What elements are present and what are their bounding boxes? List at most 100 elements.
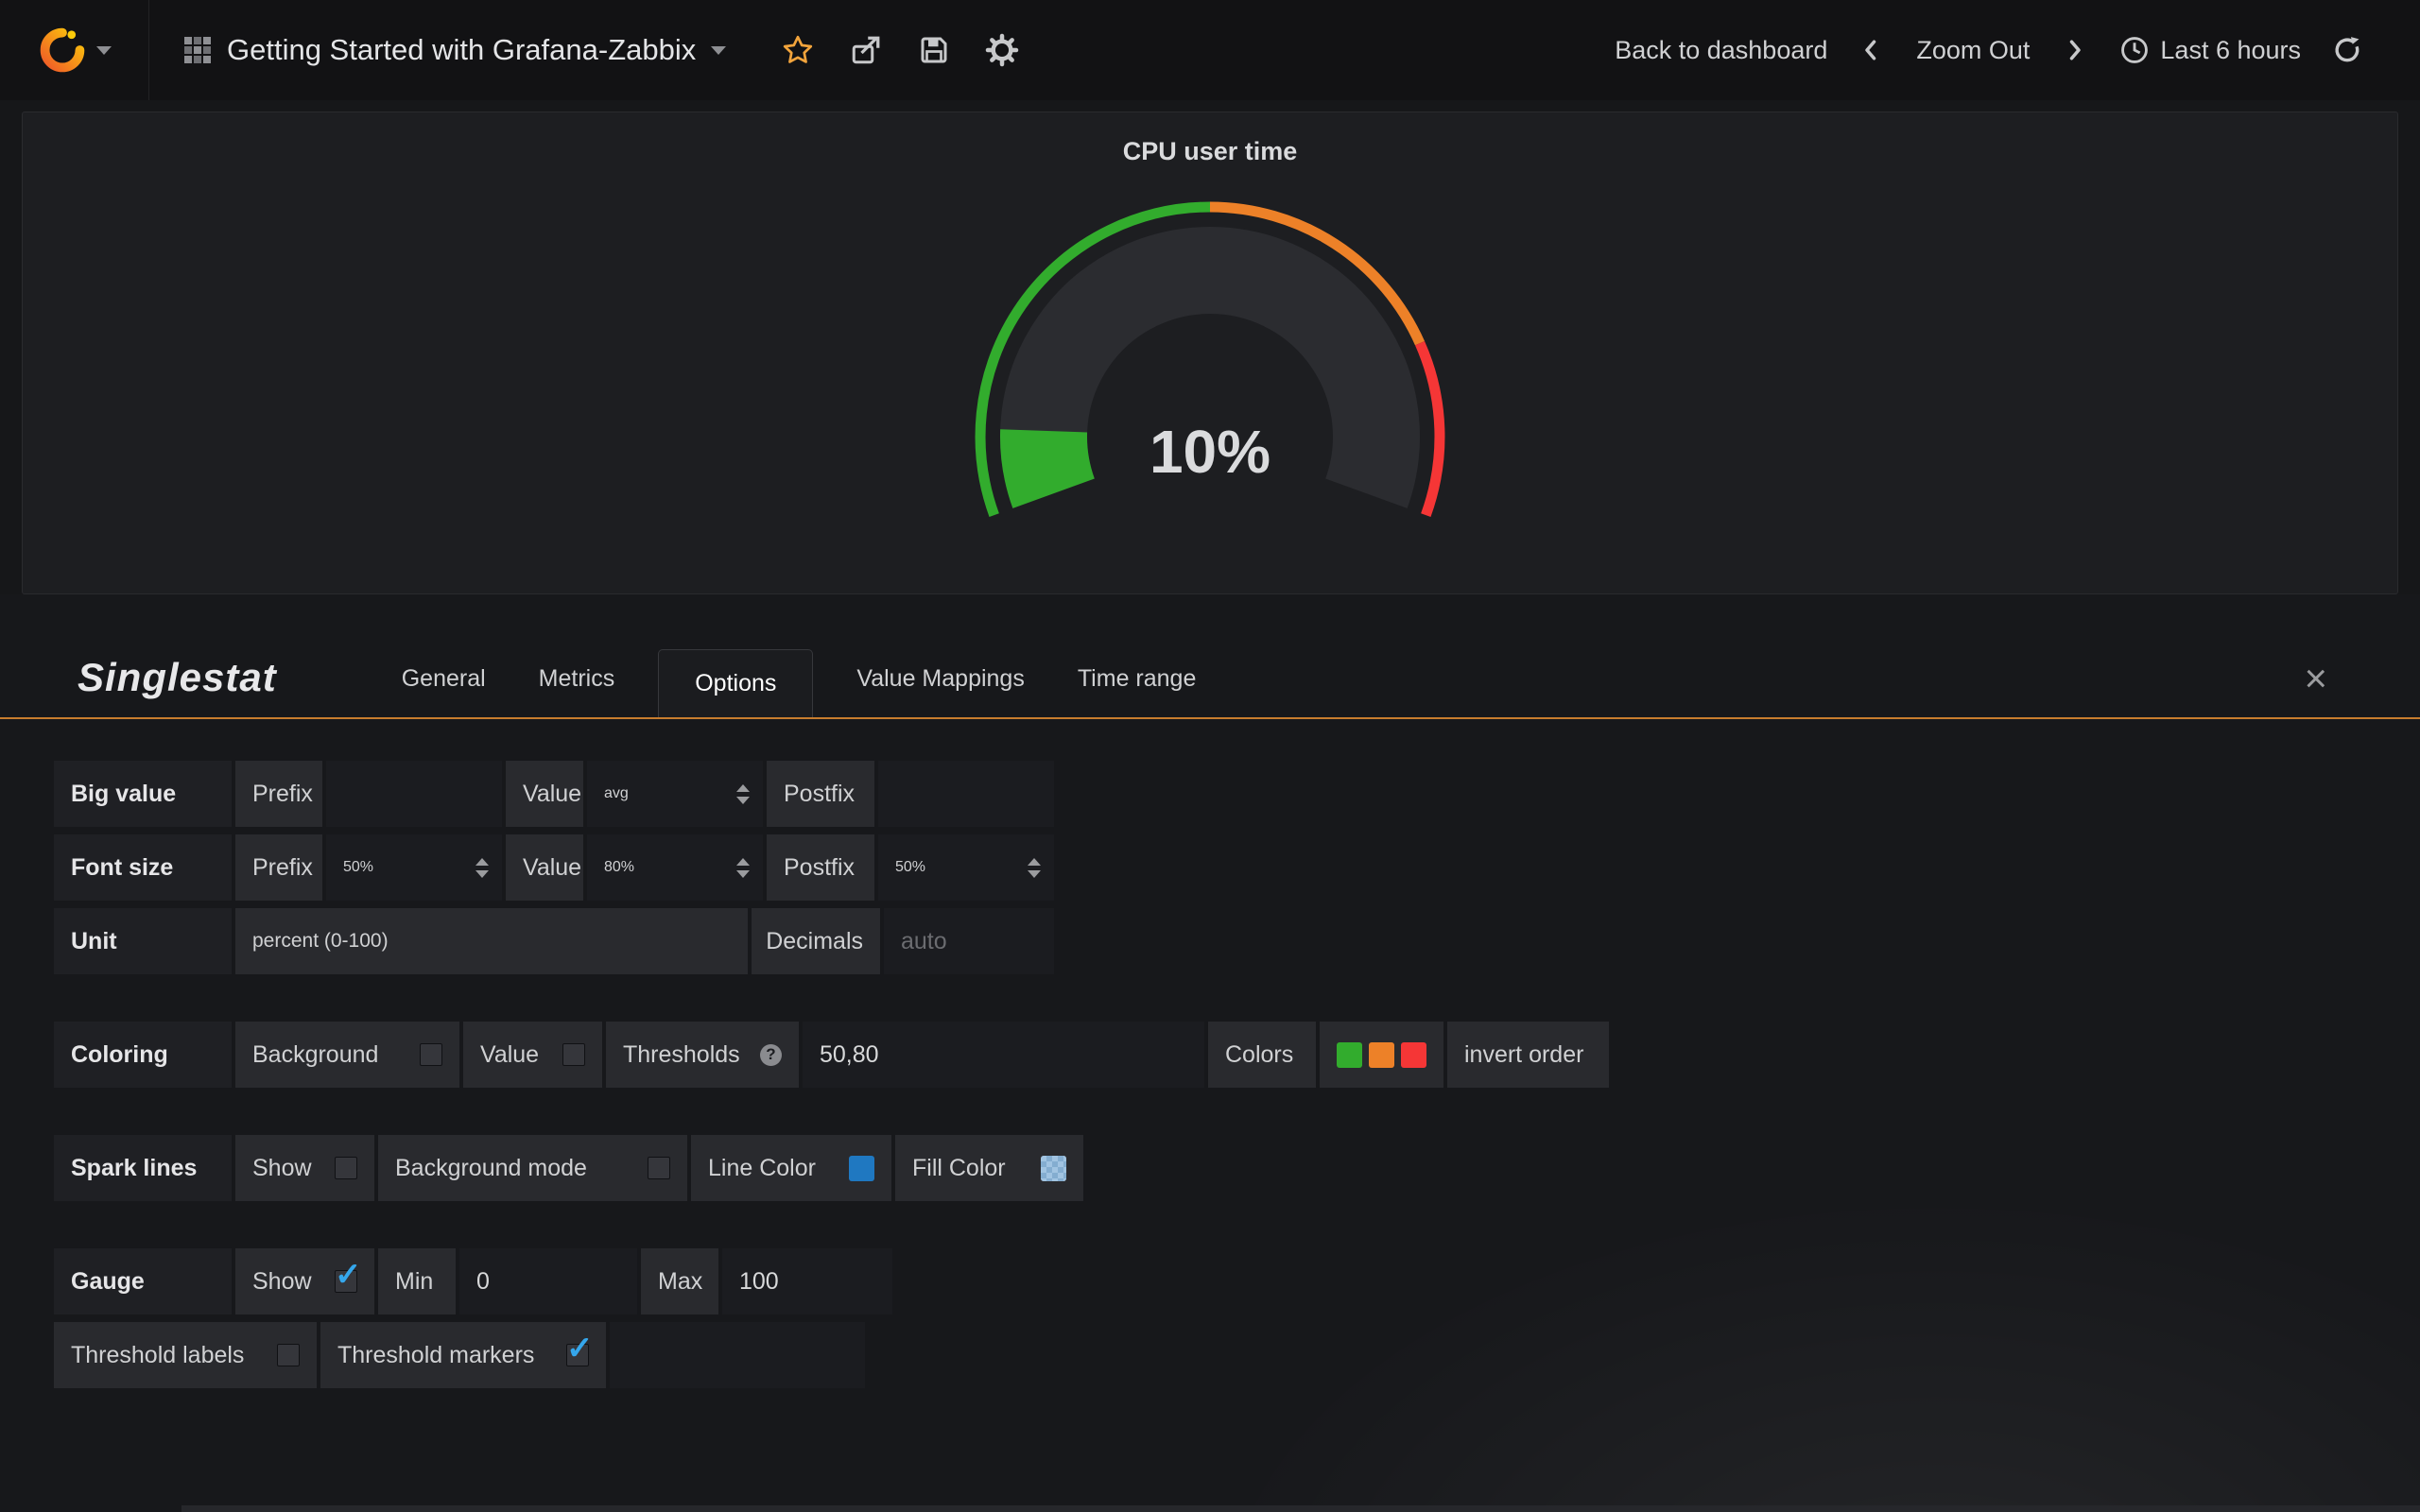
thresholds-label: Thresholds (623, 1041, 740, 1069)
time-shift-right-button[interactable] (2052, 28, 2096, 72)
gauge-max-input[interactable] (722, 1248, 892, 1314)
tab-general[interactable]: General (396, 665, 492, 693)
spark-background-mode-checkbox[interactable] (648, 1157, 670, 1179)
font-size-row: Font size Prefix 50% Value 80% Postfix 5… (54, 834, 2420, 901)
star-icon (781, 33, 815, 67)
panel-title[interactable]: CPU user time (23, 112, 2397, 166)
threshold-labels-checkbox[interactable] (277, 1344, 300, 1366)
line-color-option: Line Color (691, 1135, 891, 1201)
spinner-icon (736, 858, 750, 878)
share-button[interactable] (841, 26, 890, 75)
tab-time-range[interactable]: Time range (1072, 665, 1202, 693)
big-value-label: Big value (54, 761, 232, 827)
big-value-prefix-input[interactable] (326, 761, 502, 827)
save-icon (917, 33, 951, 67)
logo-caret-icon (96, 46, 112, 55)
dashboard-title: Getting Started with Grafana-Zabbix (227, 33, 696, 67)
tab-value-mappings[interactable]: Value Mappings (851, 665, 1029, 693)
coloring-label: Coloring (54, 1022, 232, 1088)
dashboard-caret-icon (711, 46, 726, 55)
close-editor-button[interactable]: × (2298, 664, 2333, 693)
gauge-group: Gauge Show ✓ Min Max Threshold labels Th… (54, 1248, 2420, 1388)
spark-background-mode-option: Background mode (378, 1135, 687, 1201)
spinner-icon (736, 784, 750, 804)
threshold-color-1-swatch[interactable] (1337, 1042, 1362, 1068)
tab-metrics[interactable]: Metrics (533, 665, 621, 693)
fill-color-swatch[interactable] (1041, 1156, 1066, 1181)
prefix-label: Prefix (235, 761, 322, 827)
threshold-markers-checkbox[interactable]: ✓ (566, 1344, 589, 1366)
value-stat-selected: avg (604, 785, 629, 802)
next-row-edge (182, 1505, 2420, 1512)
fill-color-label: Fill Color (912, 1155, 1006, 1182)
coloring-value-checkbox[interactable] (562, 1043, 585, 1066)
threshold-labels-option: Threshold labels (54, 1322, 317, 1388)
top-navbar: Getting Started with Grafana-Zabbix (0, 0, 2420, 100)
threshold-color-3-swatch[interactable] (1401, 1042, 1426, 1068)
spark-show-checkbox[interactable] (335, 1157, 357, 1179)
value-stat-select[interactable]: avg (587, 761, 763, 827)
settings-button[interactable] (977, 26, 1027, 75)
gauge-show-option: Show ✓ (235, 1248, 374, 1314)
value-font-size-selected: 80% (604, 859, 634, 876)
coloring-value-option: Value (463, 1022, 602, 1088)
cpu-user-time-panel: CPU user time 10% (22, 112, 2398, 594)
gauge-show-label: Show (252, 1268, 312, 1296)
postfix-font-size-select[interactable]: 50% (878, 834, 1054, 901)
coloring-background-label: Background (252, 1041, 378, 1069)
dashboard-area: CPU user time 10% (0, 100, 2420, 594)
dashboard-title-dropdown[interactable]: Getting Started with Grafana-Zabbix (149, 0, 735, 100)
big-value-row: Big value Prefix Value avg Postfix (54, 761, 2420, 827)
big-value-postfix-input[interactable] (878, 761, 1054, 827)
gauge-empty-cell (610, 1322, 865, 1388)
unit-label: Unit (54, 908, 232, 974)
editor-tabs: General Metrics Options Value Mappings T… (375, 649, 1223, 717)
save-button[interactable] (909, 26, 959, 75)
font-size-label: Font size (54, 834, 232, 901)
thresholds-help-icon[interactable]: ? (760, 1044, 782, 1066)
spark-background-mode-label: Background mode (395, 1155, 587, 1182)
unit-select[interactable]: percent (0-100) (235, 908, 748, 974)
gauge-row: Gauge Show ✓ Min Max (54, 1248, 2420, 1314)
coloring-group: Coloring Background Value Thresholds ? C… (54, 1022, 2420, 1088)
star-button[interactable] (773, 26, 822, 75)
chevron-left-icon (1858, 36, 1886, 64)
postfix-label: Postfix (767, 761, 874, 827)
threshold-markers-option: Threshold markers ✓ (320, 1322, 606, 1388)
postfix-font-size-selected: 50% (895, 859, 925, 876)
grafana-logo-menu[interactable] (0, 0, 149, 100)
gauge-label: Gauge (54, 1248, 232, 1314)
value-options-group: Big value Prefix Value avg Postfix Font … (54, 761, 2420, 974)
spinner-icon (475, 858, 489, 878)
gauge-show-checkbox[interactable]: ✓ (335, 1270, 357, 1293)
time-range-picker[interactable]: Last 6 hours (2111, 26, 2308, 74)
svg-text:10%: 10% (1150, 418, 1270, 486)
cpu-gauge: 10% (964, 200, 1456, 541)
threshold-color-2-swatch[interactable] (1369, 1042, 1394, 1068)
spark-show-label: Show (252, 1155, 312, 1182)
zoom-out-button[interactable]: Zoom Out (1909, 30, 2037, 71)
refresh-button[interactable] (2324, 26, 2371, 74)
threshold-color-swatches (1320, 1022, 1443, 1088)
prefix-font-size-selected: 50% (343, 859, 373, 876)
line-color-label: Line Color (708, 1155, 816, 1182)
thresholds-input[interactable] (803, 1022, 1204, 1088)
threshold-markers-label: Threshold markers (337, 1342, 534, 1369)
tab-options[interactable]: Options (658, 649, 813, 717)
time-shift-left-button[interactable] (1850, 28, 1893, 72)
unit-row: Unit percent (0-100) Decimals (54, 908, 2420, 974)
dashboard-grid-icon (183, 36, 212, 64)
decimals-input[interactable] (884, 908, 1054, 974)
coloring-row: Coloring Background Value Thresholds ? C… (54, 1022, 2420, 1088)
line-color-swatch[interactable] (849, 1156, 874, 1181)
coloring-background-checkbox[interactable] (420, 1043, 442, 1066)
back-to-dashboard-button[interactable]: Back to dashboard (1607, 30, 1835, 71)
gauge-min-input[interactable] (459, 1248, 637, 1314)
editor-header: Singlestat General Metrics Options Value… (0, 594, 2420, 719)
value-font-size-select[interactable]: 80% (587, 834, 763, 901)
prefix-font-size-select[interactable]: 50% (326, 834, 502, 901)
clock-icon (2118, 34, 2151, 66)
spark-show-option: Show (235, 1135, 374, 1201)
invert-order-button[interactable]: invert order (1447, 1022, 1609, 1088)
value-label: Value (506, 761, 583, 827)
